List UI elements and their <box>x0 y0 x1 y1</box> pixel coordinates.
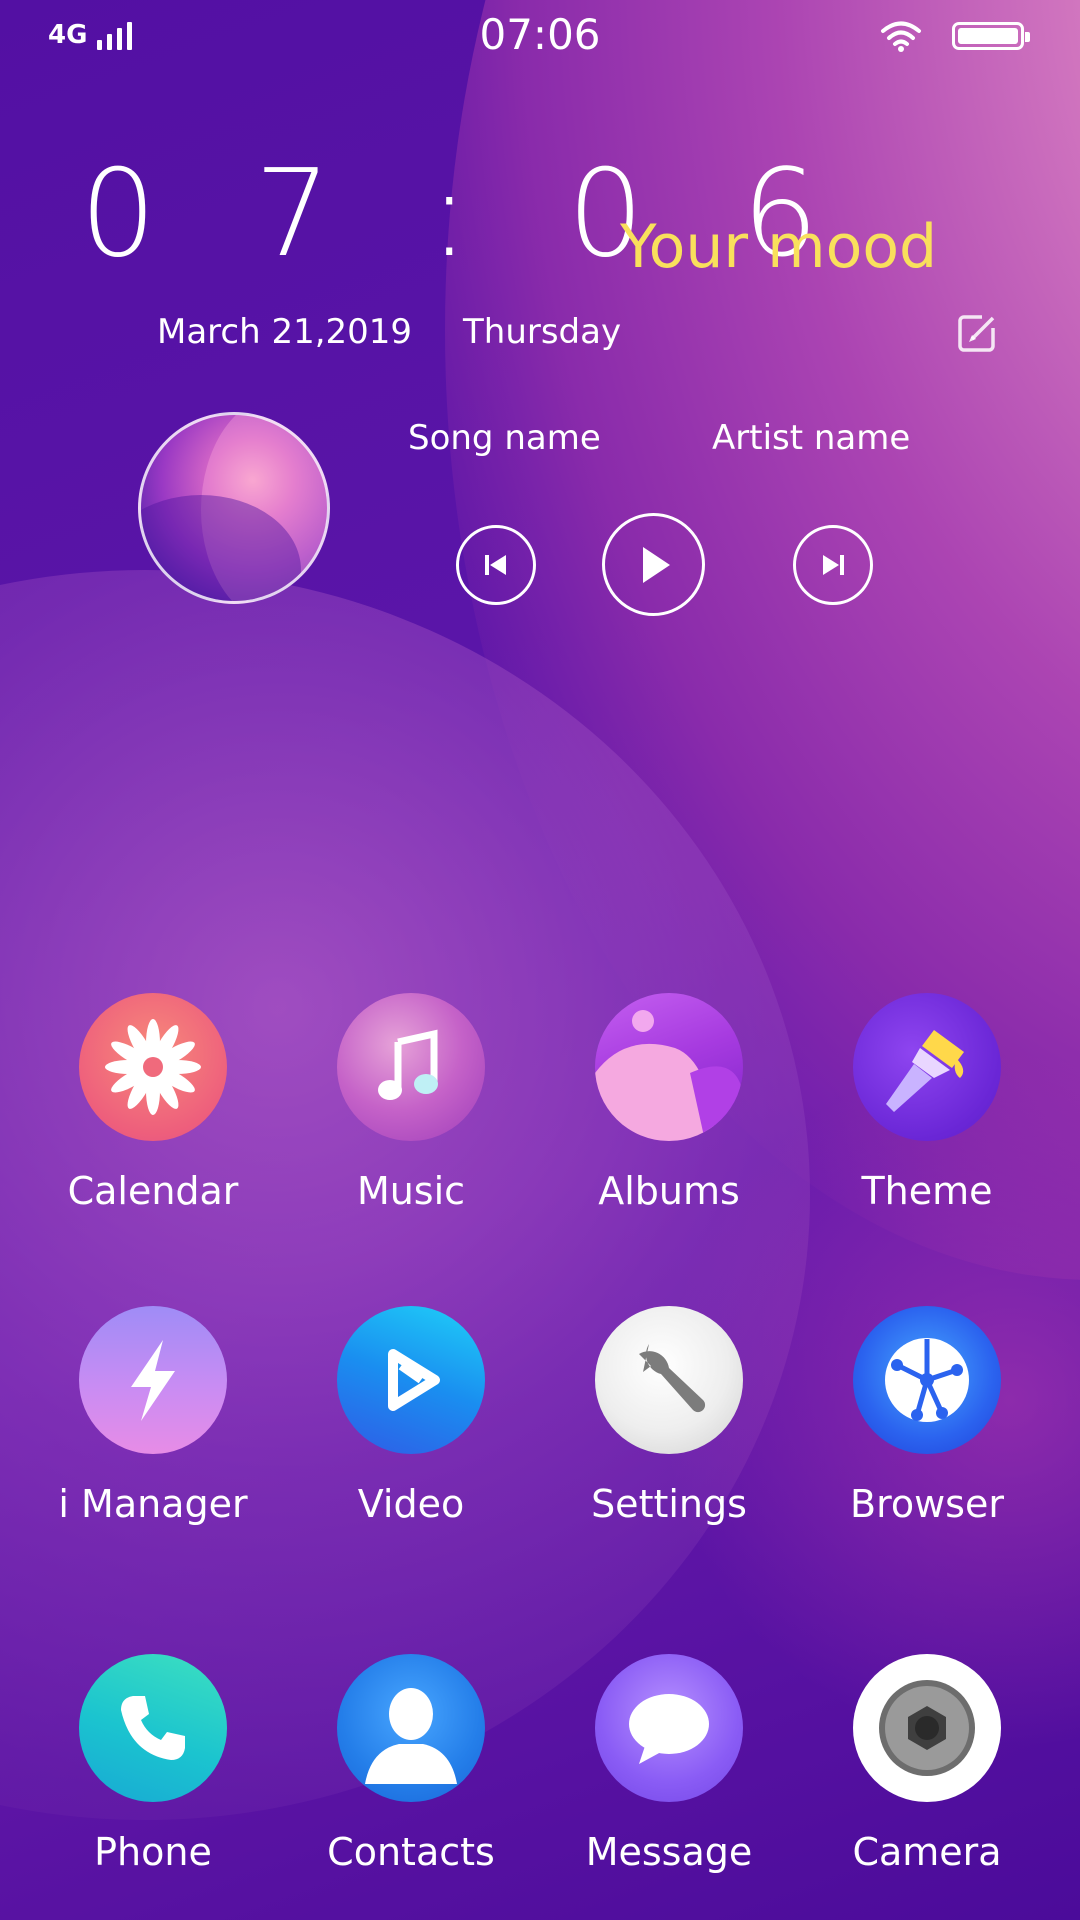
albums-icon <box>595 993 743 1141</box>
app-label: Calendar <box>67 1169 239 1213</box>
app-theme[interactable]: Theme <box>807 993 1047 1213</box>
app-settings[interactable]: Settings <box>549 1306 789 1526</box>
play-icon <box>642 546 670 583</box>
camera-icon <box>853 1654 1001 1802</box>
phone-icon <box>79 1654 227 1802</box>
date-label: March 21,2019 <box>157 312 413 352</box>
app-label: Phone <box>94 1830 212 1874</box>
app-browser[interactable]: Browser <box>807 1306 1047 1526</box>
app-label: i Manager <box>58 1482 248 1526</box>
song-name: Song name <box>408 418 601 458</box>
next-track-button[interactable] <box>793 525 873 605</box>
wifi-icon <box>881 21 921 52</box>
artist-name: Artist name <box>712 418 911 458</box>
person-icon <box>337 1654 485 1802</box>
app-label: Albums <box>598 1169 740 1213</box>
battery-icon <box>952 22 1030 50</box>
app-albums[interactable]: Albums <box>549 993 789 1213</box>
skip-previous-icon <box>485 555 506 575</box>
edit-icon[interactable] <box>956 312 998 354</box>
app-label: Contacts <box>327 1830 495 1874</box>
app-label: Video <box>357 1482 465 1526</box>
chat-bubble-icon <box>595 1654 743 1802</box>
play-button[interactable] <box>602 513 705 616</box>
video-play-icon <box>337 1306 485 1454</box>
previous-track-button[interactable] <box>456 525 536 605</box>
app-message[interactable]: Message <box>549 1654 789 1874</box>
status-bar: 4G 07:06 <box>0 0 1080 70</box>
mood-label[interactable]: Your mood <box>620 212 937 282</box>
paintbrush-icon <box>853 993 1001 1141</box>
app-camera[interactable]: Camera <box>807 1654 1047 1874</box>
app-music[interactable]: Music <box>291 993 531 1213</box>
app-label: Message <box>585 1830 753 1874</box>
wallpaper <box>0 0 1080 1920</box>
app-video[interactable]: Video <box>291 1306 531 1526</box>
app-calendar[interactable]: Calendar <box>33 993 273 1213</box>
skip-next-icon <box>823 555 844 575</box>
music-note-icon <box>337 993 485 1141</box>
calendar-icon <box>79 993 227 1141</box>
app-imanager[interactable]: i Manager <box>33 1306 273 1526</box>
globe-icon <box>853 1306 1001 1454</box>
app-label: Theme <box>861 1169 993 1213</box>
app-label: Browser <box>850 1482 1004 1526</box>
weekday-label: Thursday <box>463 312 622 352</box>
lightning-icon <box>79 1306 227 1454</box>
app-label: Settings <box>591 1482 747 1526</box>
wrench-icon <box>595 1306 743 1454</box>
app-contacts[interactable]: Contacts <box>291 1654 531 1874</box>
app-phone[interactable]: Phone <box>33 1654 273 1874</box>
album-art[interactable] <box>138 412 330 604</box>
app-label: Camera <box>852 1830 1002 1874</box>
app-label: Music <box>356 1169 466 1213</box>
